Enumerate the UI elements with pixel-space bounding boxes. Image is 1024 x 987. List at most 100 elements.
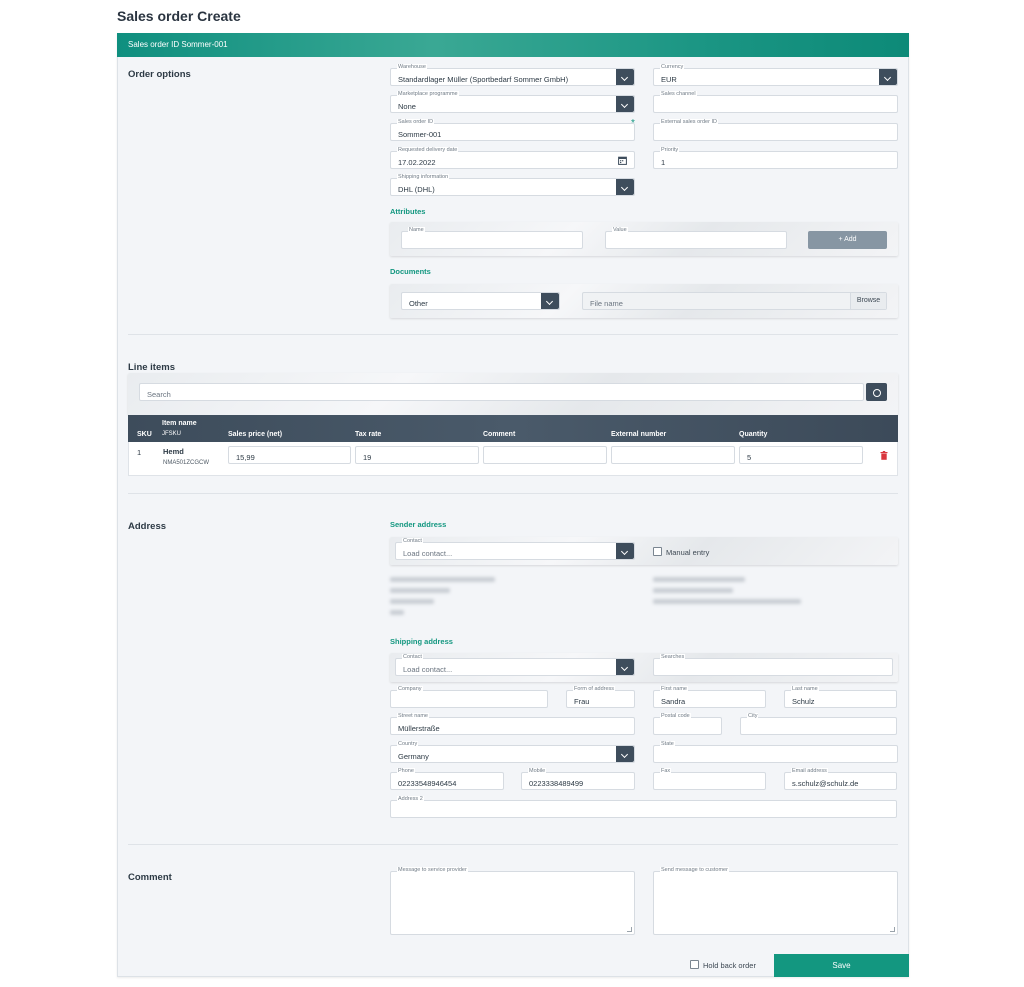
company-field[interactable]: Company [390,686,548,708]
chevron-down-icon[interactable] [616,543,634,559]
city-field[interactable]: City [740,713,897,735]
trash-icon[interactable] [880,451,888,460]
external-order-id-field[interactable]: External sales order ID [653,119,898,141]
country-value: Germany [398,752,429,761]
card-header-title: Sales order ID Sommer-001 [128,40,228,49]
blurred-sender-line [653,577,745,582]
file-name-field[interactable]: File name Browse [582,292,887,310]
shipping-contact-label: Contact [402,654,423,661]
shipping-info-select[interactable]: Shipping information DHL (DHL) [390,174,635,196]
sales-channel-field[interactable]: Sales channel [653,91,898,113]
address2-field[interactable]: Address 2 [390,796,897,818]
country-select[interactable]: Country Germany [390,741,635,763]
email-field[interactable]: Email address s.schulz@schulz.de [784,768,897,790]
fax-field[interactable]: Fax [653,768,766,790]
hold-back-checkbox[interactable] [690,960,699,969]
street-field[interactable]: Street name Müllerstraße [390,713,635,735]
shipping-info-value: DHL (DHL) [398,185,435,194]
resize-handle-icon[interactable] [890,927,895,932]
currency-label: Currency [660,64,685,71]
row-quantity-input[interactable]: 5 [739,446,863,464]
sales-order-id-label: Sales order ID [397,119,435,126]
col-sales-price: Sales price (net) [228,431,283,438]
search-placeholder: Search [147,390,171,399]
last-name-field[interactable]: Last name Schulz [784,686,897,708]
chevron-down-icon[interactable] [541,293,559,309]
sender-contact-select[interactable]: Contact Load contact... [395,538,635,560]
col-comment: Comment [483,431,516,438]
postal-code-label: Postal code [660,713,691,720]
email-value: s.schulz@schulz.de [792,779,859,788]
warehouse-select[interactable]: Warehouse Standardlager Müller (Sportbed… [390,64,635,86]
delivery-date-field[interactable]: Requested delivery date 17.02.2022 [390,147,635,169]
marketplace-select[interactable]: Marketplace programme None [390,91,635,113]
first-name-field[interactable]: First name Sandra [653,686,766,708]
row-sku: 1 [137,448,142,457]
hold-back-label: Hold back order [703,961,756,970]
col-tax-rate: Tax rate [355,431,382,438]
street-label: Street name [397,713,429,720]
delivery-date-value: 17.02.2022 [398,158,436,167]
col-jfsku: JFSKU [162,431,182,437]
shipping-contact-placeholder: Load contact... [403,665,453,674]
browse-button[interactable]: Browse [850,293,886,309]
shipping-info-label: Shipping information [397,174,450,181]
document-type-value: Other [409,299,428,308]
save-button[interactable]: Save [774,954,909,977]
chevron-down-icon[interactable] [616,96,634,112]
mobile-field[interactable]: Mobile 0223338489499 [521,768,635,790]
add-attribute-button[interactable]: + Add [808,231,887,249]
priority-value: 1 [661,158,666,167]
blurred-sender-line [390,577,495,582]
customer-message-label: Send message to customer [660,867,729,874]
postal-code-field[interactable]: Postal code [653,713,722,735]
chevron-down-icon[interactable] [616,659,634,675]
address2-label: Address 2 [397,796,424,803]
priority-field[interactable]: Priority 1 [653,147,898,169]
customer-message-textarea[interactable]: Send message to customer [653,867,898,935]
resize-handle-icon[interactable] [627,927,632,932]
calendar-icon[interactable] [618,156,627,165]
clear-search-icon[interactable] [866,383,887,401]
last-name-label: Last name [791,686,819,693]
marketplace-label: Marketplace programme [397,91,459,98]
address-title: Address [128,521,167,532]
chevron-down-icon[interactable] [616,69,634,85]
row-price-input[interactable]: 15,99 [228,446,351,464]
document-type-select[interactable]: Other [401,292,560,310]
sales-channel-label: Sales channel [660,91,697,98]
col-sku: SKU [137,431,152,438]
state-field[interactable]: State [653,741,898,763]
form-of-address-field[interactable]: Form of address Frau [566,686,635,708]
first-name-label: First name [660,686,688,693]
blurred-sender-line [390,588,450,593]
chevron-down-icon[interactable] [616,179,634,195]
warehouse-value: Standardlager Müller (Sportbedarf Sommer… [398,75,569,84]
chevron-down-icon[interactable] [616,746,634,762]
searches-field[interactable]: Searches [653,654,893,676]
attribute-name-field[interactable]: Name [401,227,583,249]
marketplace-value: None [398,102,416,111]
phone-label: Phone [397,768,415,775]
provider-message-textarea[interactable]: Message to service provider [390,867,635,935]
sender-address-title: Sender address [390,520,447,529]
email-label: Email address [791,768,828,775]
attribute-value-field[interactable]: Value [605,227,787,249]
row-external-input[interactable] [611,446,735,464]
manual-entry-checkbox[interactable] [653,547,662,556]
line-items-search-input[interactable]: Search [139,383,864,401]
manual-entry-label: Manual entry [666,548,710,557]
row-comment-input[interactable] [483,446,607,464]
phone-field[interactable]: Phone 02233548946454 [390,768,504,790]
attribute-value-label: Value [612,227,628,234]
row-tax-input[interactable]: 19 [355,446,479,464]
col-item-name: Item name [162,420,197,427]
shipping-contact-select[interactable]: Contact Load contact... [395,654,635,676]
blurred-sender-line [653,599,801,604]
currency-select[interactable]: Currency EUR [653,64,898,86]
fax-label: Fax [660,768,672,775]
sales-order-id-field[interactable]: Sales order ID Sommer-001 [390,119,635,141]
card-header: Sales order ID Sommer-001 [117,33,909,57]
chevron-down-icon[interactable] [879,69,897,85]
sales-order-card [117,33,909,977]
